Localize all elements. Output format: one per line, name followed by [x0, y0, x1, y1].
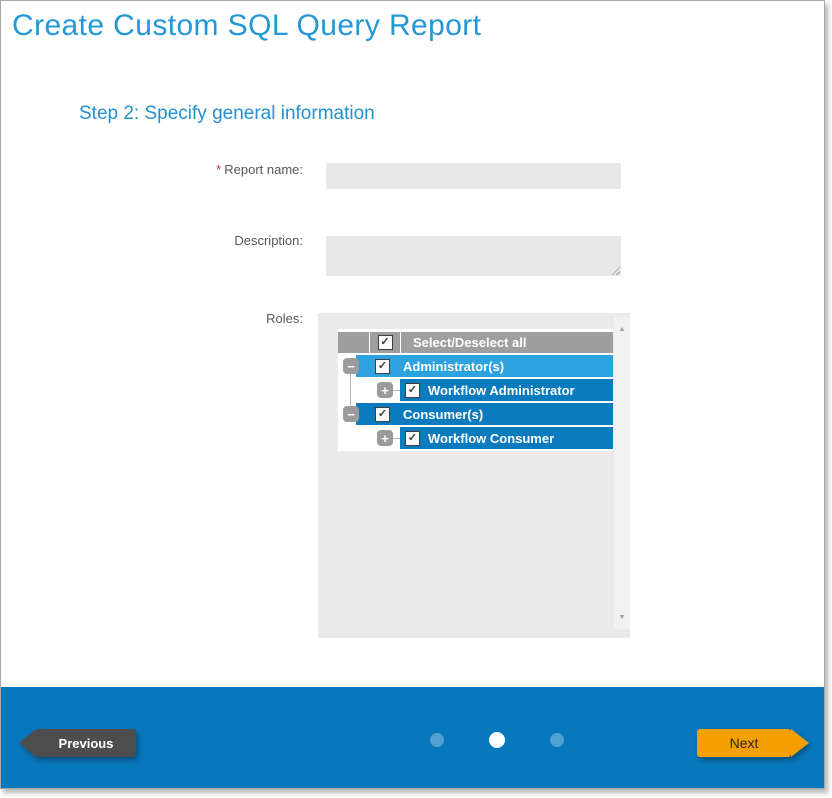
page-title: Create Custom SQL Query Report: [12, 9, 481, 43]
tree-row-label: Workflow Consumer: [428, 431, 554, 446]
checkmark-icon: ✓: [378, 361, 387, 372]
tree-row-label: Workflow Administrator: [428, 383, 575, 398]
consumers-checkbox[interactable]: ✓: [375, 407, 390, 422]
tree-row-consumers[interactable]: ✓ Consumer(s): [356, 403, 613, 425]
checkmark-icon: ✓: [380, 337, 389, 348]
scroll-down-icon[interactable]: ▼: [614, 609, 630, 625]
tree-header-row: ✓ Select/Deselect all: [338, 332, 613, 353]
step-dot-2-active: [489, 732, 505, 748]
tree-row-label: Administrator(s): [403, 359, 504, 374]
roles-label: Roles:: [81, 311, 303, 326]
administrators-checkbox[interactable]: ✓: [375, 359, 390, 374]
roles-label-text: Roles:: [266, 311, 303, 326]
report-name-label-text: Report name:: [224, 162, 303, 177]
collapse-icon[interactable]: −: [343, 358, 359, 374]
previous-button[interactable]: Previous: [36, 729, 136, 757]
tree-row-label: Consumer(s): [403, 407, 483, 422]
next-button-label: Next: [730, 735, 759, 751]
checkmark-icon: ✓: [408, 433, 417, 444]
step-heading: Step 2: Specify general information: [79, 103, 375, 125]
tree-header-checkbox-cell: ✓: [370, 332, 400, 353]
tree-row-administrators[interactable]: ✓ Administrator(s): [356, 355, 613, 377]
wizard-footer: Previous Next: [1, 687, 824, 788]
step-dot-1: [430, 733, 444, 747]
roles-scrollbar[interactable]: ▲ ▼: [614, 317, 630, 629]
wizard-dialog: Create Custom SQL Query Report Step 2: S…: [0, 0, 825, 789]
expand-icon[interactable]: +: [377, 382, 393, 398]
workflow-consumer-checkbox[interactable]: ✓: [405, 431, 420, 446]
roles-tree-panel: ✓ Select/Deselect all ✓ Administrator(s)…: [318, 313, 630, 638]
workflow-administrator-checkbox[interactable]: ✓: [405, 383, 420, 398]
required-marker: *: [216, 162, 221, 177]
tree-header-spacer-cell: [338, 332, 369, 353]
step-dot-3: [550, 733, 564, 747]
next-button[interactable]: Next: [697, 729, 791, 757]
description-textarea[interactable]: [326, 236, 621, 276]
scroll-up-icon[interactable]: ▲: [614, 321, 630, 337]
expand-icon[interactable]: +: [377, 430, 393, 446]
select-all-label: Select/Deselect all: [401, 332, 613, 353]
description-label-text: Description:: [234, 233, 303, 248]
report-name-input[interactable]: [326, 163, 621, 189]
collapse-icon[interactable]: −: [343, 406, 359, 422]
select-all-checkbox[interactable]: ✓: [378, 335, 393, 350]
checkmark-icon: ✓: [378, 409, 387, 420]
report-name-label: *Report name:: [81, 162, 303, 177]
tree-row-workflow-administrator[interactable]: ✓ Workflow Administrator: [400, 379, 613, 401]
tree-row-workflow-consumer[interactable]: ✓ Workflow Consumer: [400, 427, 613, 449]
description-label: Description:: [81, 233, 303, 248]
previous-button-label: Previous: [59, 736, 114, 751]
tree-connector-trunk: [350, 374, 351, 408]
checkmark-icon: ✓: [408, 385, 417, 396]
